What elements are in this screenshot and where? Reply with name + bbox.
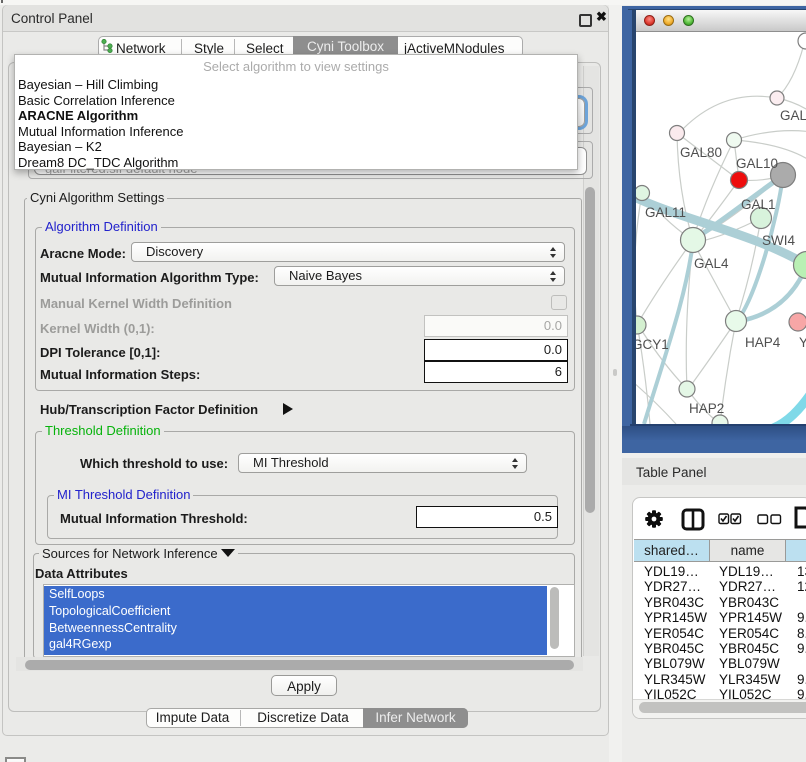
svg-text:GAL10: GAL10 (736, 156, 778, 171)
svg-text:HAP4: HAP4 (745, 335, 781, 350)
svg-text:GAL11: GAL11 (645, 205, 686, 220)
svg-text:GAL1: GAL1 (741, 197, 776, 212)
svg-text:HAP2: HAP2 (689, 401, 724, 416)
svg-text:GAL4: GAL4 (694, 256, 729, 271)
svg-text:GAL80: GAL80 (680, 145, 722, 160)
svg-text:SWI4: SWI4 (762, 233, 795, 248)
svg-text:GCY1: GCY1 (636, 337, 669, 352)
svg-text:Y: Y (799, 335, 806, 350)
svg-text:GAL2: GAL2 (780, 108, 806, 123)
